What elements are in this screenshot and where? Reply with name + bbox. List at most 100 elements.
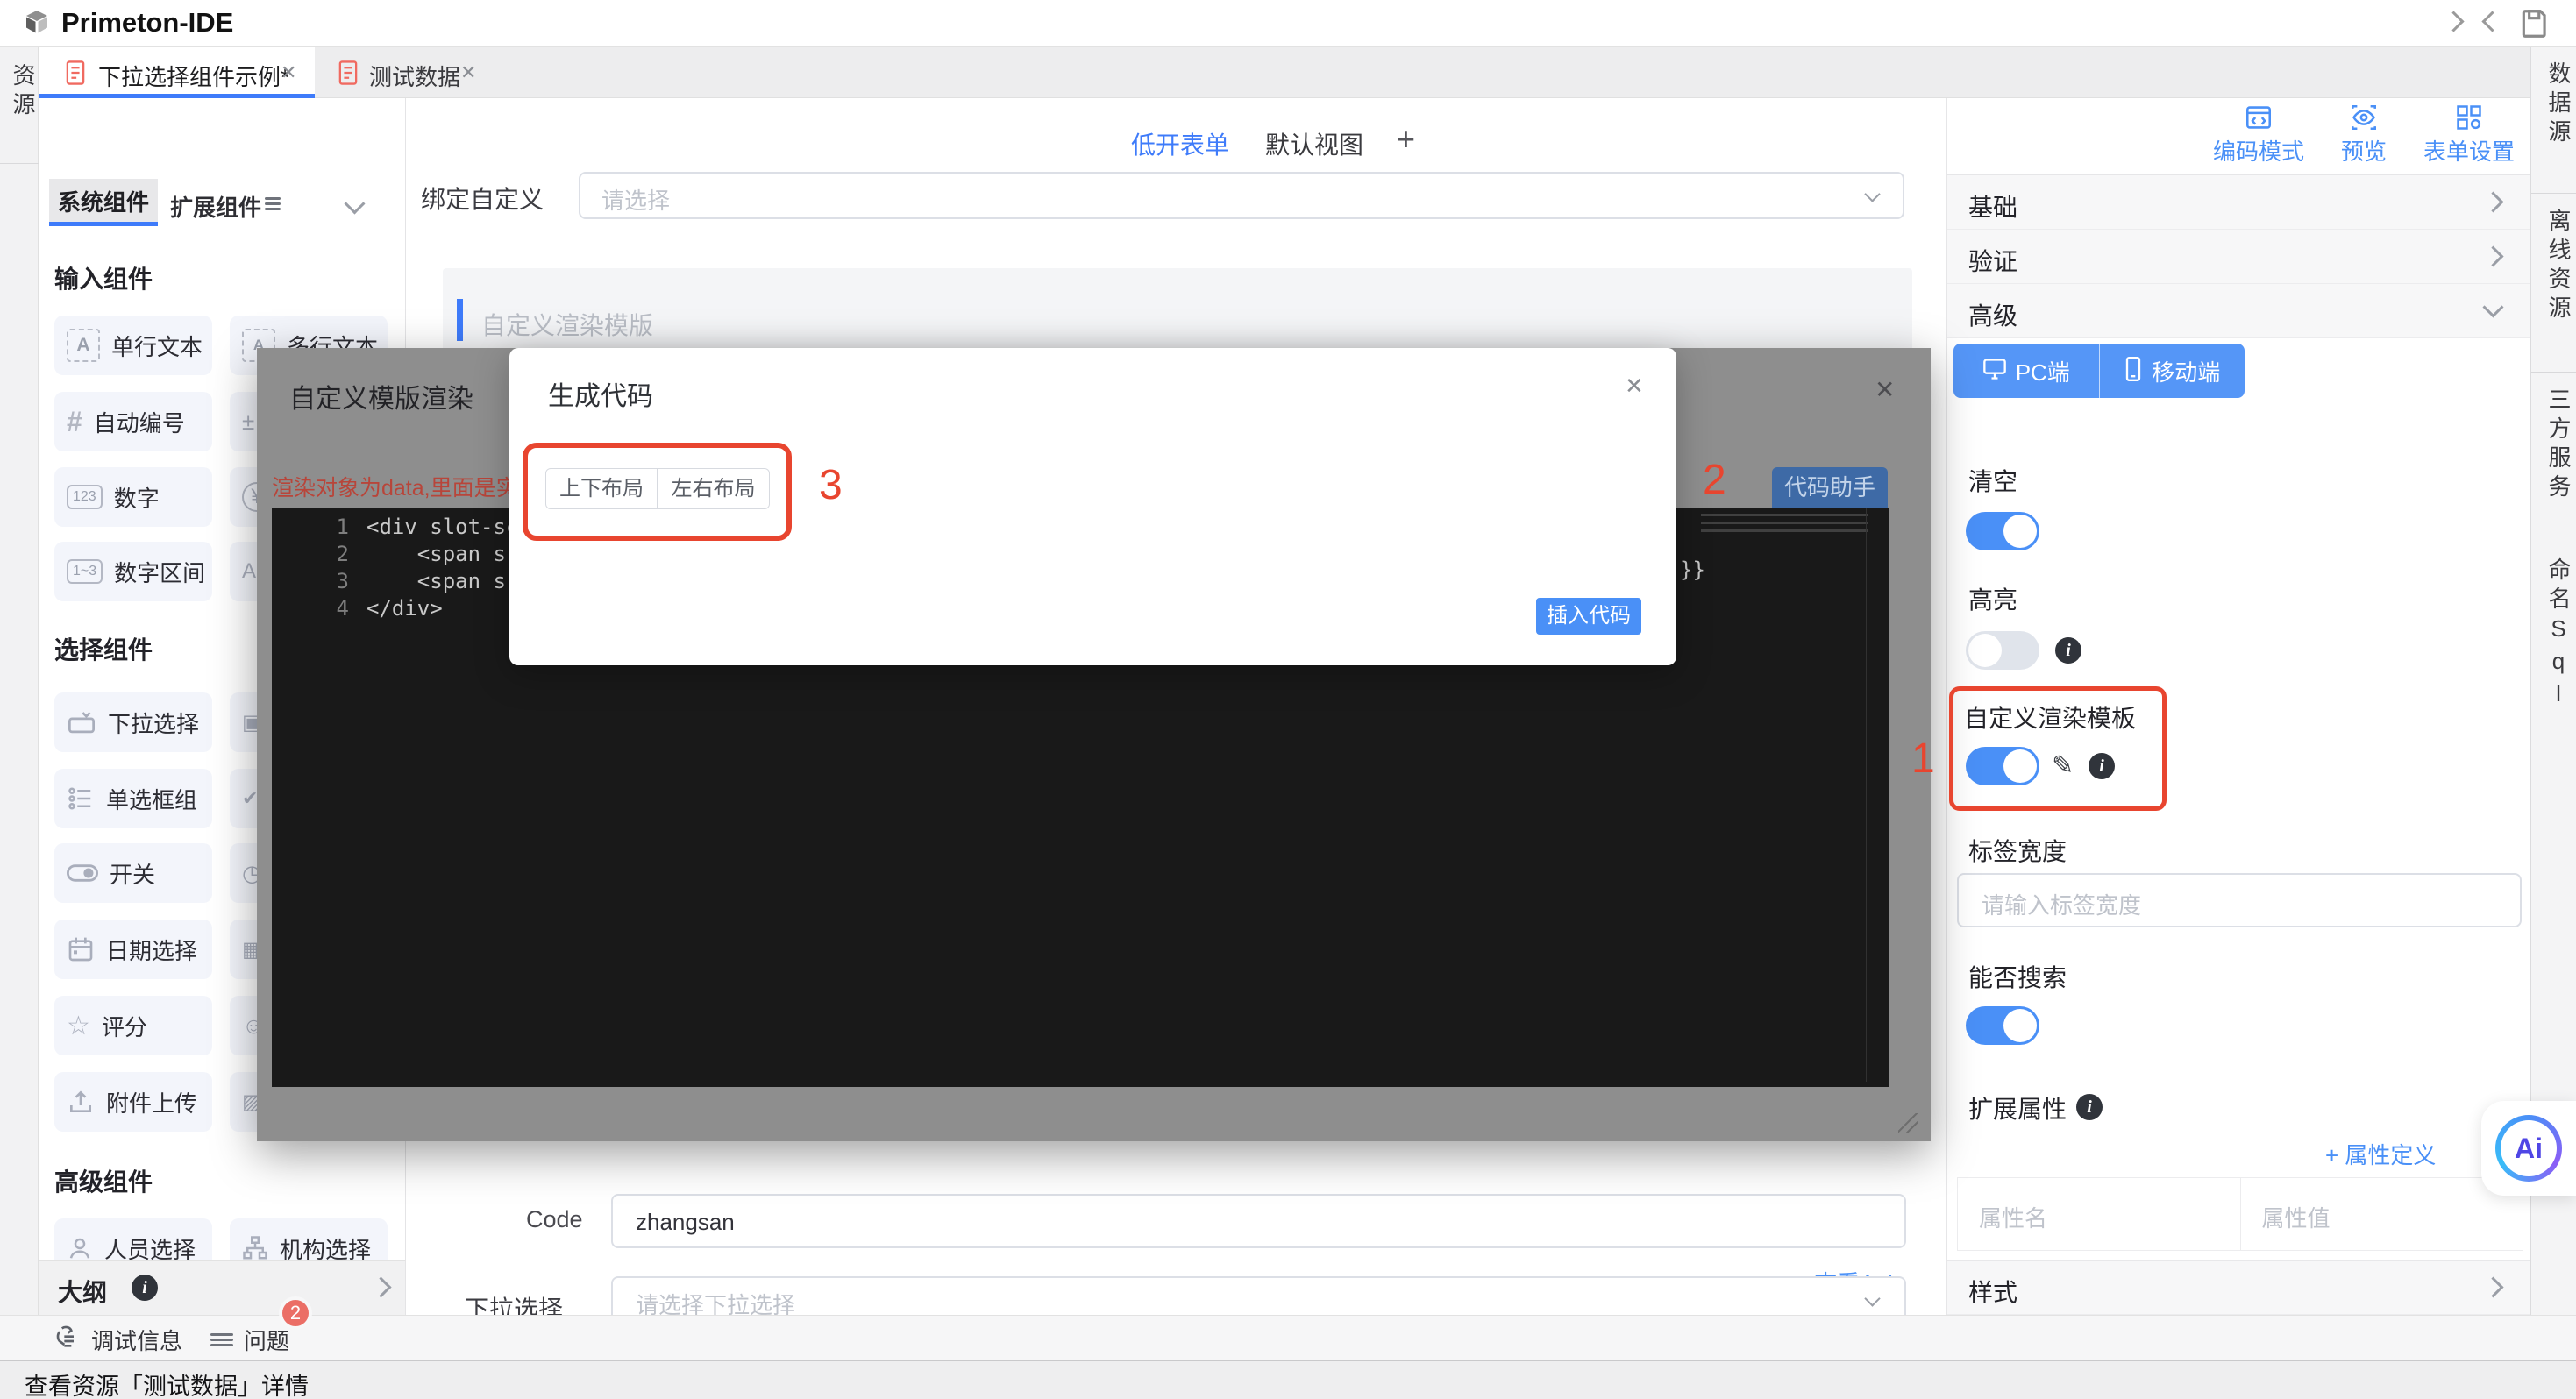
annotation-rect-layout-buttons <box>523 443 792 541</box>
section-label: 验证 <box>1968 243 2017 278</box>
input-placeholder: 属性值 <box>2262 1201 2330 1233</box>
component-chip-single-text[interactable]: A 单行文本 <box>54 316 212 375</box>
code-mode-button[interactable]: 编码模式 <box>2202 105 2316 167</box>
form-settings-button[interactable]: 表单设置 <box>2412 105 2526 167</box>
chevron-right-icon <box>2482 1276 2503 1297</box>
tab-dropdown-example[interactable]: 下拉选择组件示例* <box>39 47 315 98</box>
strip-divider <box>0 163 39 164</box>
view-tab-low-code-form[interactable]: 低开表单 <box>1131 126 1229 161</box>
attr-value-cell[interactable]: 属性值 <box>2241 1178 2523 1250</box>
component-chip-switch[interactable]: 开关 <box>54 843 212 903</box>
component-chip-auto-number[interactable]: # 自动编号 <box>54 392 212 451</box>
button-label: 编码模式 <box>2213 138 2304 165</box>
status-bar: 查看资源「测试数据」详情 <box>0 1360 2576 1399</box>
editor-minimap[interactable] <box>1701 514 1868 536</box>
outline-bar[interactable]: 大纲 <box>39 1260 406 1315</box>
section-label: 高级 <box>1968 297 2017 332</box>
chevron-down-icon <box>2482 296 2503 317</box>
outline-expand-icon[interactable] <box>370 1276 391 1297</box>
debug-info-button[interactable]: 调试信息 <box>53 1324 182 1356</box>
close-tab-icon[interactable] <box>460 61 476 84</box>
attr-table: 属性名 属性值 <box>1957 1177 2523 1251</box>
input-value: zhangsan <box>636 1209 735 1236</box>
person-icon <box>67 1235 93 1261</box>
device-segmented-control: PC端 移动端 <box>1953 344 2245 398</box>
resize-handle-icon[interactable] <box>1898 1113 1918 1133</box>
panel-menu-icon[interactable] <box>265 195 281 213</box>
pc-device-tab[interactable]: PC端 <box>1953 344 2100 398</box>
close-tab-icon[interactable] <box>281 61 296 84</box>
modal-close-icon[interactable] <box>1875 379 1895 401</box>
strip-item-named-sql[interactable]: 命名Sql <box>2543 557 2575 713</box>
attr-name-cell[interactable]: 属性名 <box>1958 1178 2241 1250</box>
section-validation[interactable]: 验证 <box>1947 230 2530 284</box>
preview-button[interactable]: 预览 <box>2324 105 2403 167</box>
tab-system-components[interactable]: 系统组件 <box>49 179 158 226</box>
section-style[interactable]: 样式 <box>1947 1260 2530 1315</box>
highlight-info-icon[interactable] <box>2055 637 2081 664</box>
debug-icon <box>53 1324 81 1355</box>
problems-badge: 2 <box>279 1296 312 1330</box>
highlight-toggle[interactable] <box>1966 631 2039 670</box>
strip-item-offline-resources[interactable]: 离线资源 <box>2543 209 2575 324</box>
dialog-close-icon[interactable] <box>1625 374 1644 397</box>
section-label: 基础 <box>1968 188 2017 224</box>
component-chip-upload[interactable]: 附件上传 <box>54 1072 212 1132</box>
clear-field-label: 清空 <box>1968 463 2017 498</box>
section-basic[interactable]: 基础 <box>1947 175 2530 230</box>
app-title: Primeton-IDE <box>61 7 233 39</box>
component-chip-dropdown[interactable]: 下拉选择 <box>54 692 212 752</box>
group-title-advanced: 高级组件 <box>54 1163 153 1198</box>
number-range-icon: 1~3 <box>67 559 103 584</box>
component-chip-number[interactable]: 123 数字 <box>54 467 212 527</box>
searchable-toggle[interactable] <box>1966 1006 2039 1045</box>
add-attr-definition-link[interactable]: + 属性定义 <box>2325 1138 2436 1170</box>
insert-code-button[interactable]: 插入代码 <box>1536 598 1641 635</box>
nav-back-icon[interactable] <box>2443 11 2464 32</box>
file-icon <box>63 59 88 91</box>
nav-forward-icon[interactable] <box>2481 11 2502 32</box>
radio-group-icon <box>67 785 95 812</box>
tab-test-data[interactable]: 测试数据 <box>329 47 495 98</box>
star-icon: ☆ <box>67 1011 90 1041</box>
org-icon <box>242 1235 268 1261</box>
button-label: 插入代码 <box>1547 604 1631 628</box>
number-icon: 123 <box>67 485 103 509</box>
component-chip-date-picker[interactable]: 日期选择 <box>54 920 212 979</box>
section-advanced[interactable]: 高级 <box>1947 284 2530 338</box>
status-text: 查看资源「测试数据」详情 <box>25 1367 309 1399</box>
mobile-device-tab[interactable]: 移动端 <box>2100 344 2245 398</box>
active-tab-underline <box>49 222 158 226</box>
label-width-input[interactable]: 请输入标签宽度 <box>1957 873 2522 927</box>
chevron-right-icon <box>2482 245 2503 266</box>
add-view-button[interactable]: + <box>1397 121 1415 158</box>
ai-icon: Ai <box>2495 1115 2562 1182</box>
component-chip-number-range[interactable]: 1~3 数字区间 <box>54 542 212 601</box>
highlight-field-label: 高亮 <box>1968 581 2017 616</box>
strip-item-third-party-services[interactable]: 三方服务 <box>2543 387 2575 503</box>
form-settings-icon <box>2456 118 2482 133</box>
component-chip-rating[interactable]: ☆ 评分 <box>54 996 212 1055</box>
save-icon[interactable] <box>2518 7 2551 45</box>
ai-assistant-button[interactable]: Ai <box>2481 1101 2576 1196</box>
code-field-label: Code <box>526 1206 583 1233</box>
resources-strip-item[interactable]: 资源 <box>7 63 39 121</box>
tab-extension-components[interactable]: 扩展组件 <box>170 190 261 223</box>
component-chip-radio-group[interactable]: 单选框组 <box>54 769 212 828</box>
title-bar: Primeton-IDE <box>0 0 2576 47</box>
input-placeholder: 属性名 <box>1979 1201 2047 1233</box>
clear-toggle[interactable] <box>1966 512 2039 550</box>
auto-number-icon: # <box>67 406 82 438</box>
left-activity-strip: 资源 <box>0 47 39 1315</box>
calendar-icon <box>67 935 95 963</box>
panel-collapse-icon[interactable] <box>344 193 365 214</box>
chevron-down-icon <box>1864 186 1880 202</box>
problems-button[interactable]: 问题 <box>210 1324 289 1356</box>
ext-attrs-info-icon[interactable] <box>2076 1094 2103 1120</box>
code-assistant-button[interactable]: 代码助手 <box>1772 467 1888 508</box>
input-placeholder: 请输入标签宽度 <box>1982 888 2141 920</box>
code-field-input[interactable]: zhangsan <box>611 1194 1906 1248</box>
view-tab-default-view[interactable]: 默认视图 <box>1265 126 1363 161</box>
strip-item-datasource[interactable]: 数据源 <box>2543 61 2575 148</box>
bind-custom-select[interactable]: 请选择 <box>579 172 1904 219</box>
